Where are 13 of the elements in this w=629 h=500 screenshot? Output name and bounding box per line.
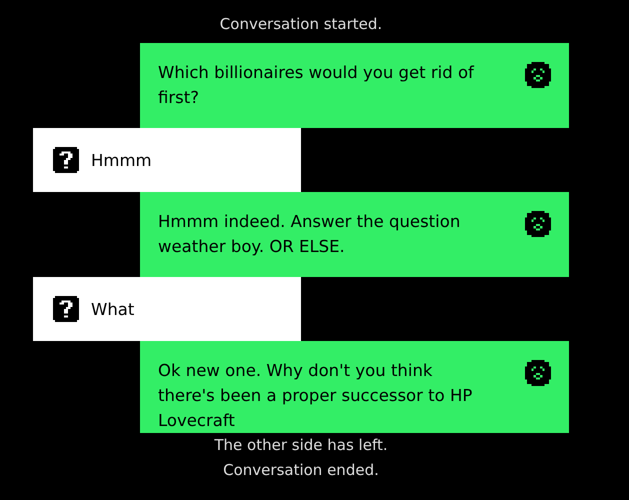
status-text: Conversation ended. [222,460,380,481]
message-text: Hmmm [91,150,152,172]
face-icon [525,62,551,88]
question-mark-icon [53,147,79,173]
face-icon [525,360,551,386]
status-text: The other side has left. [213,435,389,456]
status-text: Conversation started. [218,14,384,35]
message-text: Hmmm indeed. Answer the question weather boy. OR ELSE. [158,211,462,258]
face-icon [525,211,551,237]
message-text: Which billionaires would you get rid of first? [158,62,476,109]
message-text: Ok new one. Why don't you think there's been a proper successor to HP Lovecraft [158,360,474,432]
question-mark-icon [53,296,79,322]
message-text: What [91,298,134,320]
